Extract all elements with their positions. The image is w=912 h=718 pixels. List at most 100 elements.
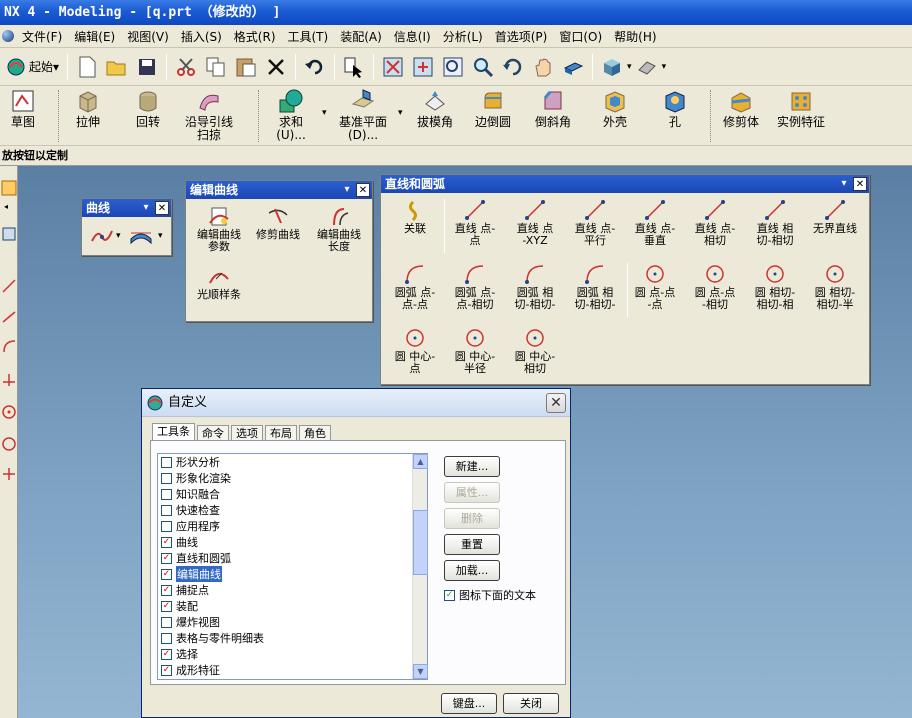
panel-close-button[interactable]: ✕ (356, 183, 370, 197)
paste-button[interactable] (232, 53, 260, 81)
new-button[interactable]: 新建... (444, 456, 500, 477)
curve-spline-dropdown[interactable]: ▾ (116, 231, 121, 241)
tab-options[interactable]: 选项 (231, 425, 263, 441)
scroll-up-arrow[interactable]: ▲ (413, 454, 428, 469)
shaded-view-dropdown[interactable]: ▾ (627, 62, 632, 72)
list-item[interactable]: ✓ 装配 (158, 598, 427, 614)
scroll-thumb[interactable] (413, 510, 428, 575)
trim-body-button[interactable]: 修剪体 (718, 86, 764, 146)
arc-tangent-tangent-1-button[interactable]: 圆弧 相切-相切- (507, 263, 563, 311)
arc-point-point-tangent-button[interactable]: 圆弧 点- 点-相切 (447, 263, 503, 311)
list-item[interactable]: 爆炸视图 (158, 614, 427, 630)
display-mode-dropdown[interactable]: ▾ (662, 62, 667, 72)
menu-tools[interactable]: 工具(T) (282, 28, 335, 45)
cross-point-icon[interactable] (1, 466, 17, 482)
circle-tool-icon[interactable] (1, 436, 17, 452)
menu-info[interactable]: 信息(I) (388, 28, 437, 45)
trim-curve-button[interactable]: 修剪曲线 (250, 205, 306, 241)
line-tool-icon-2[interactable] (1, 308, 17, 324)
line-point-parallel-button[interactable]: 直线 点- 平行 (567, 199, 623, 247)
line-point-point-button[interactable]: 直线 点- 点 (447, 199, 503, 247)
shell-button[interactable]: 外壳 (592, 86, 638, 146)
menu-help[interactable]: 帮助(H) (608, 28, 662, 45)
circle-center-radius-button[interactable]: 圆 中心- 半径 (447, 327, 503, 375)
copy-button[interactable] (202, 53, 230, 81)
list-item-checkbox[interactable] (161, 520, 172, 532)
circle-tangent-tangent-half-button[interactable]: 圆 相切- 相切-半 (807, 263, 863, 311)
list-item-checkbox[interactable]: ✓ (161, 536, 172, 548)
list-item-checkbox[interactable] (161, 632, 172, 644)
list-item-checkbox[interactable] (161, 488, 172, 500)
list-item-checkbox[interactable] (161, 616, 172, 628)
selection-icon[interactable] (1, 180, 17, 196)
chamfer-button[interactable]: 倒斜角 (530, 86, 576, 146)
info-select-button[interactable] (340, 53, 368, 81)
curve-spline-icon[interactable] (90, 225, 114, 247)
dialog-close-button[interactable]: ✕ (546, 393, 566, 413)
menu-assembly[interactable]: 装配(A) (334, 28, 388, 45)
unite-dropdown[interactable]: ▾ (322, 108, 327, 118)
edge-blend-button[interactable]: 边倒圆 (470, 86, 516, 146)
keyboard-button[interactable]: 键盘... (441, 693, 497, 714)
text-below-icon-option[interactable]: ✓ 图标下面的文本 (444, 587, 536, 603)
smooth-spline-button[interactable]: 光顺样条 (192, 265, 246, 301)
edit-curve-panel-header[interactable]: 编辑曲线 ▾ ✕ (186, 181, 372, 199)
revolve-button[interactable]: 回转 (128, 86, 168, 146)
list-item[interactable]: ✓ 捕捉点 (158, 582, 427, 598)
perpendicular-line-icon[interactable] (1, 372, 17, 388)
menu-insert[interactable]: 插入(S) (175, 28, 228, 45)
list-item[interactable]: ✓ 成形特征 (158, 662, 427, 678)
list-item-checkbox[interactable] (161, 472, 172, 484)
list-item-checkbox[interactable]: ✓ (161, 568, 172, 580)
sweep-along-guide-button[interactable]: 沿导引线 扫掠 (180, 86, 238, 146)
list-item[interactable]: ✓ 编辑曲线 (158, 566, 427, 582)
instance-feature-button[interactable]: 实例特征 (774, 86, 828, 146)
start-button[interactable]: 起始 ▾ (2, 57, 63, 77)
circle-center-tangent-button[interactable]: 圆 中心- 相切 (507, 327, 563, 375)
arc-point-point-point-button[interactable]: 圆弧 点- 点-点 (387, 263, 443, 311)
list-item-checkbox[interactable]: ✓ (161, 648, 172, 660)
circle-point-point-point-button[interactable]: 圆 点-点 -点 (627, 263, 683, 311)
list-item[interactable]: 快速检查 (158, 502, 427, 518)
sketch-button[interactable]: 草图 (4, 86, 42, 146)
arc-tangent-tangent-2-button[interactable]: 圆弧 相切-相切- (567, 263, 623, 311)
tab-roles[interactable]: 角色 (299, 425, 331, 441)
orient-view-button[interactable] (559, 53, 587, 81)
line-point-tangent-button[interactable]: 直线 点- 相切 (687, 199, 743, 247)
list-item[interactable]: ✓ 曲线 (158, 534, 427, 550)
edit-curve-length-button[interactable]: 编辑曲线 长度 (310, 205, 368, 253)
list-item[interactable]: 表格与零件明细表 (158, 630, 427, 646)
curve-surface-dropdown[interactable]: ▾ (158, 231, 163, 241)
curve-panel-header[interactable]: 曲线 ▾ ✕ (82, 199, 171, 217)
menu-format[interactable]: 格式(R) (228, 28, 282, 45)
undo-button[interactable] (301, 53, 329, 81)
open-file-button[interactable] (103, 53, 131, 81)
menu-window[interactable]: 窗口(O) (553, 28, 608, 45)
display-mode-button[interactable] (633, 53, 661, 81)
delete-button[interactable]: 删除 (444, 508, 500, 529)
tab-layout[interactable]: 布局 (265, 425, 297, 441)
circle-point-point-tangent-button[interactable]: 圆 点-点 -相切 (687, 263, 743, 311)
line-arc-panel-header[interactable]: 直线和圆弧 ▾ ✕ (381, 175, 869, 193)
arc-tool-icon[interactable] (1, 338, 17, 354)
list-item[interactable]: 形状分析 (158, 454, 427, 470)
panel-menu-arrow[interactable]: ▾ (139, 201, 153, 215)
menu-view[interactable]: 视图(V) (121, 28, 175, 45)
draft-button[interactable]: 拔模角 (412, 86, 458, 146)
line-point-xyz-button[interactable]: 直线 点 -XYZ (507, 199, 563, 247)
list-item[interactable]: 应用程序 (158, 518, 427, 534)
menu-preferences[interactable]: 首选项(P) (489, 28, 554, 45)
line-tangent-tangent-button[interactable]: 直线 相切-相切 (747, 199, 803, 247)
list-item-checkbox[interactable]: ✓ (161, 600, 172, 612)
panel-close-button[interactable]: ✕ (853, 177, 867, 191)
tab-toolbars[interactable]: 工具条 (152, 423, 195, 441)
list-item-checkbox[interactable] (161, 456, 172, 468)
list-item[interactable]: ✓ 选择 (158, 646, 427, 662)
list-item-checkbox[interactable]: ✓ (161, 552, 172, 564)
panel-menu-arrow[interactable]: ▾ (340, 183, 354, 197)
toolbar-list[interactable]: 形状分析 形象化渲染 知识融合 快速检查 应用程序 ✓ 曲线 ✓ 直线和圆弧 ✓ 编辑曲线 ✓ 捕捉点 ✓… (157, 453, 428, 680)
menu-file[interactable]: 文件(F) (16, 28, 68, 45)
extrude-button[interactable]: 拉伸 (68, 86, 108, 146)
zoom-button[interactable] (469, 53, 497, 81)
line-tool-icon[interactable] (1, 278, 17, 294)
